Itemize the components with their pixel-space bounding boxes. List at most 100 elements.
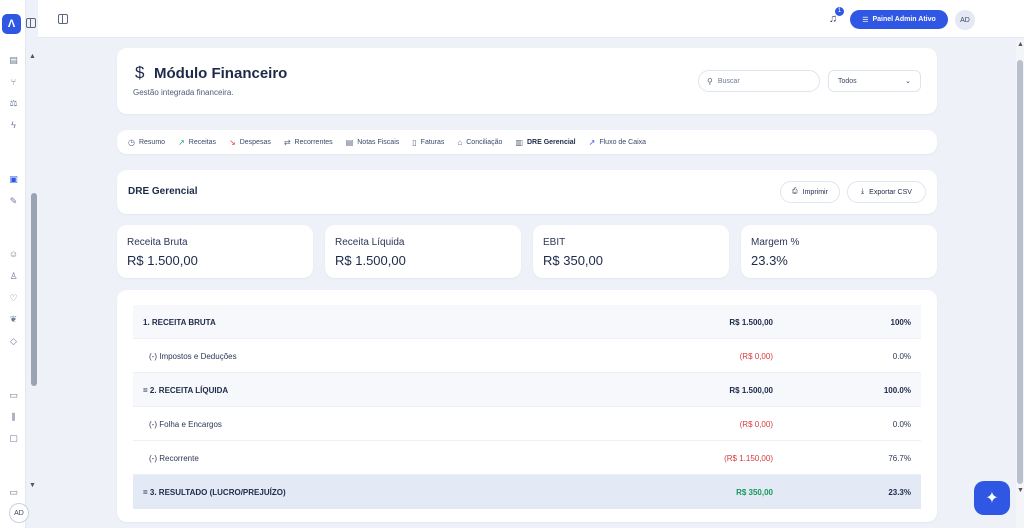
kpi-value: R$ 1.500,00	[335, 253, 406, 268]
section-title: DRE Gerencial	[128, 186, 198, 197]
tab-label: Notas Fiscais	[357, 138, 400, 146]
row-amount: R$ 1.500,00	[729, 318, 773, 327]
chat-icon[interactable]: ▭	[8, 390, 19, 401]
export-csv-button[interactable]: ⤓ Exportar CSV	[847, 181, 926, 203]
page-title: Módulo Financeiro	[154, 65, 288, 82]
tab-dre-gerencial[interactable]: ▥ DRE Gerencial	[515, 138, 575, 147]
users-icon[interactable]: ☺	[8, 249, 19, 260]
rail-scrollbar[interactable]	[31, 193, 37, 386]
page-scroll-down-icon[interactable]: ▼	[1017, 487, 1024, 494]
row-amount: R$ 1.500,00	[729, 386, 773, 395]
row-amount: R$ 350,00	[736, 488, 773, 497]
icon-rail: Λ ▤ ⑂ ⚖ ϟ ▣ ✎ ☺ ♙ ♡ ❦ ◇ ▭ ⫼ ▢ ▭	[0, 0, 26, 528]
kpi-margem: Margem % 23.3%	[741, 225, 937, 278]
table-row: = 2. RECEITA LÍQUIDA R$ 1.500,00 100.0%	[133, 373, 921, 407]
dre-header: DRE Gerencial ⎙ Imprimir ⤓ Exportar CSV	[117, 170, 937, 214]
monitor-icon[interactable]: ▢	[8, 433, 19, 444]
kpi-label: Receita Bruta	[127, 237, 188, 248]
user-check-icon[interactable]: ♙	[8, 271, 19, 282]
kpi-value: R$ 350,00	[543, 253, 603, 268]
chevron-down-icon: ⌄	[905, 78, 911, 85]
row-label: (-) Recorrente	[149, 454, 199, 463]
briefcase-icon[interactable]: ▭	[8, 487, 19, 498]
row-percent: 23.3%	[888, 488, 911, 497]
row-amount: (R$ 1.150,00)	[724, 454, 773, 463]
tab-label: Conciliação	[466, 138, 503, 146]
panel-toggle-icon[interactable]	[58, 14, 68, 24]
wallet-icon[interactable]: ▣	[8, 174, 19, 185]
tab-label: DRE Gerencial	[527, 138, 576, 146]
page-scrollbar[interactable]	[1017, 60, 1023, 484]
row-percent: 76.7%	[888, 454, 911, 463]
row-label: 1. RECEITA BRUTA	[143, 318, 216, 327]
table-row: (-) Impostos e Deduções (R$ 0,00) 0.0%	[133, 339, 921, 373]
print-button[interactable]: ⎙ Imprimir	[780, 181, 840, 203]
dollar-icon: $	[135, 63, 145, 82]
tab-receitas[interactable]: ↗ Receitas	[178, 138, 216, 147]
kpi-label: Margem %	[751, 237, 800, 248]
page-subtitle: Gestão integrada financeira.	[133, 88, 234, 97]
rail-scroll-up-icon[interactable]: ▲	[29, 53, 36, 60]
row-percent: 0.0%	[892, 420, 911, 429]
tab-label: Faturas	[420, 138, 445, 146]
tab-faturas[interactable]: ▯ Faturas	[412, 138, 444, 147]
row-percent: 0.0%	[892, 352, 911, 361]
table-row: (-) Recorrente (R$ 1.150,00) 76.7%	[133, 441, 921, 475]
ai-assistant-button[interactable]: ✦	[974, 481, 1010, 515]
heart-icon[interactable]: ♡	[8, 293, 19, 304]
rail-avatar[interactable]: AD	[9, 503, 29, 523]
tab-resumo[interactable]: ◷ Resumo	[128, 138, 165, 147]
tab-fluxo-de-caixa[interactable]: ↗ Fluxo de Caixa	[589, 138, 646, 147]
file-icon: ▯	[412, 137, 417, 147]
row-percent: 100.0%	[883, 386, 911, 395]
notification-badge: 1	[835, 7, 844, 16]
document-icon[interactable]: ▤	[8, 55, 19, 66]
tab-recorrentes[interactable]: ⇄ Recorrentes	[284, 138, 333, 147]
tab-conciliacao[interactable]: ⌂ Conciliação	[457, 138, 502, 147]
kpi-value: R$ 1.500,00	[127, 253, 198, 268]
row-amount: (R$ 0,00)	[739, 352, 773, 361]
logo-glyph: Λ	[7, 18, 16, 30]
search-input[interactable]	[717, 77, 803, 85]
receipt-icon: ▤	[345, 137, 354, 147]
filter-select[interactable]: Todos ⌄	[828, 70, 921, 92]
sparkles-icon: ✦	[985, 490, 999, 507]
kpi-ebit: EBIT R$ 350,00	[533, 225, 729, 278]
lightning-icon[interactable]: ϟ	[8, 120, 19, 131]
branch-icon[interactable]: ⑂	[8, 77, 19, 88]
search-icon: ⚲	[707, 76, 713, 86]
edit-icon[interactable]: ✎	[8, 196, 19, 207]
page-scroll-up-icon[interactable]: ▲	[1017, 41, 1024, 48]
tab-notas-fiscais[interactable]: ▤ Notas Fiscais	[346, 138, 400, 147]
graduation-icon[interactable]: ◇	[8, 336, 19, 347]
library-icon[interactable]: ⫼	[8, 412, 19, 423]
search-box[interactable]: ⚲	[698, 70, 820, 92]
admin-panel-button[interactable]: ☰ Painel Admin Ativo	[850, 10, 948, 29]
row-percent: 100%	[890, 318, 911, 327]
sidebar-collapse-icon[interactable]	[26, 18, 36, 28]
kpi-receita-liquida: Receita Líquida R$ 1.500,00	[325, 225, 521, 278]
repeat-icon: ⇄	[283, 137, 291, 147]
user-avatar[interactable]: AD	[955, 10, 975, 30]
module-header: $ Módulo Financeiro Gestão integrada fin…	[117, 48, 937, 114]
trend-up-icon: ↗	[588, 137, 596, 147]
filter-value: Todos	[838, 77, 857, 85]
bank-icon: ⌂	[457, 137, 463, 147]
tab-label: Receitas	[188, 138, 216, 146]
tab-despesas[interactable]: ↘ Despesas	[229, 138, 271, 147]
table-row: (-) Folha e Encargos (R$ 0,00) 0.0%	[133, 407, 921, 441]
printer-icon: ⎙	[792, 188, 798, 195]
tab-label: Despesas	[239, 138, 271, 146]
sliders-icon: ☰	[862, 16, 869, 24]
tab-label: Resumo	[138, 138, 166, 146]
export-label: Exportar CSV	[869, 188, 912, 196]
download-icon: ⤓	[861, 188, 865, 195]
user-avatar-initials: AD	[960, 16, 970, 24]
clock-icon: ◷	[128, 137, 135, 147]
rail-scroll-down-icon[interactable]: ▼	[29, 482, 36, 489]
row-label: (-) Impostos e Deduções	[149, 352, 237, 361]
table-row-result: = 3. RESULTADO (LUCRO/PREJUÍZO) R$ 350,0…	[133, 475, 921, 509]
heart-pulse-icon[interactable]: ❦	[8, 314, 19, 325]
app-logo[interactable]: Λ	[2, 14, 21, 34]
scale-icon[interactable]: ⚖	[8, 98, 19, 109]
